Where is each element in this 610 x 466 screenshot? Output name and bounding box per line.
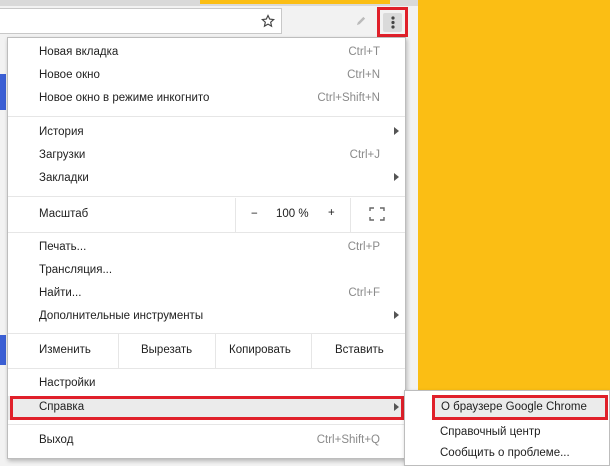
edit-label: Изменить [39,344,91,356]
submenu-item-report-issue[interactable]: Сообщить о проблеме... [405,443,609,465]
cut-button[interactable]: Вырезать [141,344,192,356]
menu-item-find[interactable]: Найти... Ctrl+F [8,283,405,305]
edit-row: Изменить Вырезать Копировать Вставить [8,334,405,368]
zoom-label: Масштаб [39,208,89,220]
submenu-item-label: О браузере Google Chrome [441,401,587,413]
menu-separator [8,232,405,233]
menu-item-label: Найти... [39,287,82,299]
menu-separator [8,368,405,369]
menu-item-shortcut: Ctrl+N [347,69,380,81]
chevron-right-icon [394,127,399,135]
edit-divider [311,334,312,368]
fullscreen-icon[interactable] [369,207,385,224]
copy-button[interactable]: Копировать [229,344,291,356]
menu-item-exit[interactable]: Выход Ctrl+Shift+Q [8,430,405,452]
menu-separator [8,424,405,425]
paste-button[interactable]: Вставить [335,344,384,356]
menu-item-label: История [39,126,84,138]
menu-item-shortcut: Ctrl+Shift+Q [316,434,380,446]
zoom-level: 100 % [276,208,309,220]
submenu-item-label: Сообщить о проблеме... [440,447,570,459]
kebab-menu-icon[interactable] [377,7,408,37]
page-accent-bar [0,74,6,110]
menu-item-label: Настройки [39,377,96,389]
menu-item-label: Загрузки [39,149,86,161]
address-bar[interactable] [0,8,282,34]
menu-item-label: Новое окно в режиме инкогнито [39,92,210,104]
menu-item-downloads[interactable]: Загрузки Ctrl+J [8,145,405,167]
menu-item-shortcut: Ctrl+J [349,149,380,161]
zoom-divider [350,198,351,232]
menu-item-shortcut: Ctrl+T [348,46,380,58]
chevron-right-icon [394,311,399,319]
edit-divider [215,334,216,368]
menu-item-history[interactable]: История [8,122,405,144]
menu-item-print[interactable]: Печать... Ctrl+P [8,237,405,259]
zoom-divider [235,198,236,232]
menu-item-label: Новое окно [39,69,100,81]
pencil-icon[interactable] [354,13,368,27]
menu-item-shortcut: Ctrl+P [347,241,380,253]
menu-separator [8,116,405,117]
menu-item-shortcut: Ctrl+Shift+N [317,92,380,104]
menu-item-label: Дополнительные инструменты [39,310,204,322]
menu-item-settings[interactable]: Настройки [8,373,405,395]
menu-item-label: Закладки [39,172,89,184]
page-accent-bar [0,335,6,365]
submenu-item-about-chrome[interactable]: О браузере Google Chrome [432,395,608,420]
menu-item-label: Печать... [39,241,87,253]
submenu-item-label: Справочный центр [440,426,541,438]
chevron-right-icon [394,173,399,181]
tab-accent [200,0,390,4]
menu-item-incognito[interactable]: Новое окно в режиме инкогнито Ctrl+Shift… [8,88,405,110]
edit-divider [118,334,119,368]
menu-item-new-window[interactable]: Новое окно Ctrl+N [8,65,405,87]
submenu-item-help-center[interactable]: Справочный центр [405,422,609,444]
zoom-out-button[interactable]: − [251,208,258,220]
menu-item-more-tools[interactable]: Дополнительные инструменты [8,306,405,328]
zoom-row: Масштаб − 100 % + [8,198,405,232]
menu-item-label: Выход [39,434,74,446]
chrome-main-menu: Новая вкладка Ctrl+T Новое окно Ctrl+N Н… [7,37,406,459]
help-highlight-frame [10,396,404,420]
menu-item-shortcut: Ctrl+F [348,287,380,299]
help-submenu: О браузере Google Chrome Справочный цент… [404,390,610,466]
menu-item-cast[interactable]: Трансляция... [8,260,405,282]
menu-item-bookmarks[interactable]: Закладки [8,168,405,190]
menu-separator [8,196,405,197]
star-icon[interactable] [258,11,278,31]
zoom-in-button[interactable]: + [328,207,335,219]
menu-item-new-tab[interactable]: Новая вкладка Ctrl+T [8,42,405,64]
menu-item-label: Новая вкладка [39,46,119,58]
menu-item-label: Трансляция... [39,264,113,276]
